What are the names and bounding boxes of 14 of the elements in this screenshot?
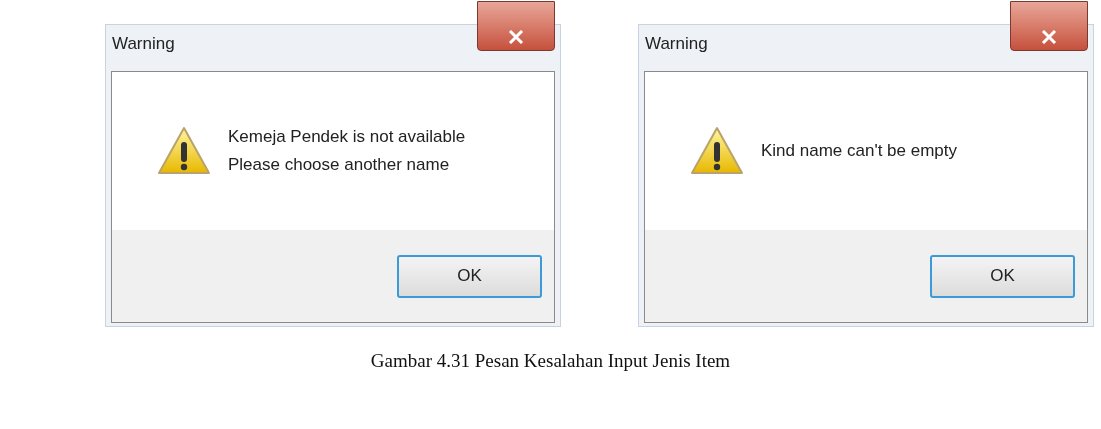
warning-icon [157,126,211,176]
close-button[interactable] [1010,1,1088,51]
window-title: Warning [645,33,708,55]
window-title: Warning [112,33,175,55]
warning-icon [690,126,744,176]
close-icon [508,30,524,44]
ok-button[interactable]: OK [397,254,542,298]
close-button[interactable] [477,1,555,51]
close-icon [1041,30,1057,44]
figure-caption: Gambar 4.31 Pesan Kesalahan Input Jenis Item [370,349,731,373]
ok-button[interactable]: OK [930,254,1075,298]
message-text: Kemeja Pendek is not available [228,126,466,148]
message-text: Kind name can't be empty [761,140,958,162]
message-text: Please choose another name [228,154,451,176]
